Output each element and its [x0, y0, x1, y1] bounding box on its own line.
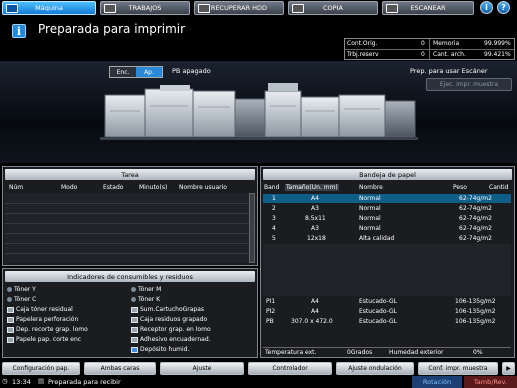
tab-copia[interactable]: COPIA — [288, 1, 378, 15]
toner-m-indicator: Tóner M — [131, 286, 161, 293]
printer-icon — [6, 4, 18, 13]
tab-escanear[interactable]: ESCANEAR — [382, 1, 474, 15]
printer-illustration — [100, 83, 418, 140]
next-page-button[interactable]: ▶ — [502, 362, 515, 375]
col-modo: Modo — [61, 184, 78, 191]
enc-option[interactable]: Enc. — [110, 67, 136, 77]
scan-icon — [386, 4, 398, 13]
tab-recuperar-hdd[interactable]: RECUPERAR HDD — [194, 1, 284, 15]
toner-icon — [131, 287, 136, 292]
bandeja-panel: Bandeja de papel Band Tamaño(Un. mm) Nom… — [260, 166, 515, 358]
list-icon — [104, 4, 116, 13]
col-band: Band — [264, 184, 280, 191]
col-tamano: Tamaño(Un. mm) — [285, 184, 339, 191]
tray-row[interactable]: PI2 A4 Estucado-GL 106-135g/m2 — [263, 307, 511, 316]
scanner-status: Prep. para usar Escáner — [410, 67, 488, 75]
counters-box: Cont.Orig. 0 Memoria 99.999% Trbj.reserv… — [344, 38, 515, 60]
curl-adjust-button[interactable]: Ajuste ondulación — [336, 362, 414, 375]
info-icon: i — [12, 24, 26, 38]
tab-trabajos[interactable]: TRABAJOS — [100, 1, 190, 15]
sample-print-button[interactable]: Ejec. impr. muestra — [426, 78, 512, 91]
info-button[interactable]: i — [480, 1, 493, 14]
staple-icon — [131, 306, 138, 313]
rotation-indicator: Rotación — [412, 376, 462, 388]
cut-box-icon — [7, 336, 14, 343]
ap-option[interactable]: Ap. — [136, 67, 162, 77]
pb-status: PB apagado — [172, 67, 211, 75]
adhesive-indicator: Adhesivo encuadernad. — [131, 336, 211, 343]
tray-row[interactable]: PI1 A4 Estucado-GL 106-135g/m2 — [263, 297, 511, 306]
tray-row[interactable]: 3 8.5x11 Normal 62-74g/m2 — [263, 214, 511, 223]
papelera-perforacion-indicator: Papelera perforación — [7, 316, 78, 323]
status-message: Preparada para imprimir — [38, 22, 186, 36]
staple-receptor-icon — [131, 326, 138, 333]
hdd-icon — [198, 4, 210, 13]
tray-row[interactable]: 1 A4 Normal 62-74g/m2 — [263, 194, 511, 203]
power-toggle[interactable]: Enc. Ap. — [109, 66, 163, 78]
tarea-panel: Tarea Núm Modo Estado Minuto(s) Nombre u… — [2, 166, 258, 266]
status-bar-message: Preparada para recibir — [48, 378, 121, 386]
spine-staple-indicator: Receptor grap. en lomo — [131, 326, 211, 333]
papele-corte-indicator: Papele pap. corte enc — [7, 336, 81, 343]
dep-recorte-indicator: Dep. recorte grap. lomo — [7, 326, 88, 333]
col-nombre: Nombre — [359, 184, 383, 191]
sample-print-settings-button[interactable]: Conf. impr. muestra — [418, 362, 498, 375]
tray-row[interactable]: 2 A3 Normal 62-74g/m2 — [263, 204, 511, 213]
toner-icon — [7, 297, 12, 302]
tray-row[interactable]: 4 A3 Normal 62-74g/m2 — [263, 224, 511, 233]
staple-waste-icon — [131, 316, 138, 323]
environment-bar: Temperatura ext. 0Grados Humedad exterio… — [263, 347, 511, 357]
col-cantidad: Cantid — [489, 184, 509, 191]
status-bar: ◷ 13:34 ▤ Preparada para recibir Rotació… — [0, 376, 517, 388]
punch-box-icon — [7, 316, 14, 323]
machine-status-area — [0, 61, 517, 163]
duplex-button[interactable]: Ambas caras — [84, 362, 156, 375]
toner-icon — [131, 297, 136, 302]
bandeja-title: Bandeja de papel — [263, 169, 512, 180]
col-num: Núm — [9, 184, 24, 191]
col-minutos: Minuto(s) — [139, 184, 168, 191]
clock-icon: ◷ — [2, 377, 8, 385]
consumibles-panel: Indicadores de consumibles y residuos Tó… — [2, 268, 258, 358]
toner-y-indicator: Tóner Y — [7, 286, 36, 293]
toner-c-indicator: Tóner C — [7, 296, 36, 303]
folder-icon — [131, 346, 138, 353]
tray-row[interactable]: 5 12x18 Alta calidad 62-74g/m2 — [263, 234, 511, 243]
staple-cartridge-indicator: Sum.CartuchoGrapas — [131, 306, 204, 313]
humid-tank-indicator: Depósito humid. — [131, 346, 189, 353]
col-peso: Peso — [453, 184, 467, 191]
waste-box-icon — [7, 306, 14, 313]
job-list-scrollbar[interactable] — [249, 193, 255, 263]
toner-icon — [7, 287, 12, 292]
help-button[interactable]: ? — [497, 1, 510, 14]
duplex-reverse-indicator: Tamb/Rev. — [464, 376, 517, 388]
tray-row[interactable]: PB 307.0 x 472.0 Estucado-GL 106-135g/m2 — [263, 317, 511, 326]
caja-toner-residual-indicator: Caja tóner residual — [7, 306, 73, 313]
glue-icon — [131, 336, 138, 343]
tarea-title: Tarea — [5, 169, 255, 180]
col-usuario: Nombre usuario — [179, 184, 227, 191]
tab-maquina[interactable]: Máquina — [2, 1, 96, 15]
adjust-button[interactable]: Ajuste — [160, 362, 244, 375]
tray-list-empty — [263, 244, 511, 296]
clock-time: 13:34 — [12, 378, 31, 386]
job-list[interactable] — [5, 193, 249, 263]
top-tab-bar: Máquina TRABAJOS RECUPERAR HDD COPIA ESC… — [0, 0, 517, 16]
controller-button[interactable]: Controlador — [248, 362, 332, 375]
col-estado: Estado — [103, 184, 124, 191]
copy-icon — [292, 4, 304, 13]
toner-k-indicator: Tóner K — [131, 296, 160, 303]
printer-status-icon: ▤ — [38, 377, 45, 385]
consumibles-title: Indicadores de consumibles y residuos — [5, 271, 255, 282]
paper-settings-button[interactable]: Configuración pap. — [2, 362, 80, 375]
chevron-right-icon: ▶ — [506, 365, 511, 372]
staple-waste-indicator: Caja residuos grapado — [131, 316, 207, 323]
trim-box-icon — [7, 326, 14, 333]
